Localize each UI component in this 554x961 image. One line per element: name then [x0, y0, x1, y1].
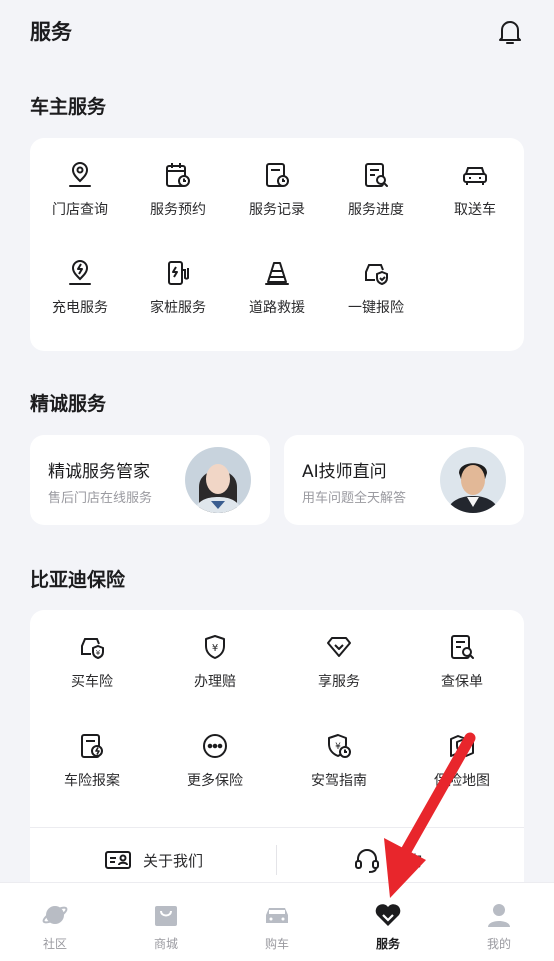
person-icon: [488, 904, 510, 927]
more-dots-icon: [203, 734, 227, 758]
ai-technician-subtitle: 用车问题全天解答: [302, 491, 407, 506]
female-advisor-avatar: [185, 447, 251, 513]
insurance-claim[interactable]: ¥ 办理赔: [165, 632, 265, 691]
svg-text:¥: ¥: [96, 649, 101, 657]
car-shield-icon: [365, 264, 388, 286]
bottom-tab-bar: 社区 商城 购车 服务 我的: [0, 882, 554, 961]
insurance-safe-driving-guide[interactable]: ¥ 安驾指南: [289, 731, 389, 790]
ai-technician-card[interactable]: AI技师直问 用车问题全天解答: [284, 435, 524, 525]
links-divider: [276, 845, 277, 875]
bell-icon[interactable]: [494, 16, 526, 48]
document-clock-icon: [266, 163, 289, 187]
traffic-cone-icon: [265, 262, 289, 285]
service-road-rescue[interactable]: 道路救援: [227, 258, 327, 317]
headset-icon: [355, 849, 379, 873]
service-one-click-report[interactable]: 一键报险: [326, 258, 426, 317]
page-title: 服务: [30, 20, 72, 44]
service-butler-card[interactable]: 精诚服务管家 售后门店在线服务: [30, 435, 270, 525]
service-progress[interactable]: 服务进度: [326, 160, 426, 219]
section-title-sincere-services: 精诚服务: [30, 393, 107, 415]
car-front-icon: [463, 167, 487, 185]
tab-community[interactable]: 社区: [20, 901, 90, 952]
ai-technician-title: AI技师直问: [302, 462, 387, 482]
tab-service[interactable]: 服务: [353, 901, 423, 952]
consult-link[interactable]: 咨询: [352, 845, 422, 875]
insurance-check-policy[interactable]: 查保单: [412, 632, 512, 691]
service-home-charger[interactable]: 家桩服务: [128, 258, 228, 317]
policy-search-icon: [451, 635, 474, 659]
report-bolt-icon: [81, 734, 103, 758]
insurance-report[interactable]: 车险报案: [42, 731, 142, 790]
service-heart-icon: [375, 904, 401, 926]
insurance-divider: [30, 827, 524, 828]
document-search-icon: [365, 163, 388, 187]
id-card-icon: [105, 851, 131, 869]
service-appointment[interactable]: 服务预约: [128, 160, 228, 219]
about-us-link[interactable]: 关于我们: [103, 845, 203, 875]
charging-pin-icon: [69, 260, 91, 285]
service-butler-subtitle: 售后门店在线服务: [48, 491, 153, 506]
shield-yuan-icon: ¥: [205, 635, 225, 659]
section-title-owner-services: 车主服务: [30, 96, 107, 118]
insurance-buy[interactable]: ¥ 买车险: [42, 632, 142, 691]
male-technician-avatar: [440, 447, 506, 513]
insurance-more[interactable]: 更多保险: [165, 731, 265, 790]
svg-text:¥: ¥: [212, 643, 218, 654]
car-shield-yuan-icon: ¥: [81, 638, 104, 660]
map-shield-icon: [450, 735, 474, 757]
shopping-bag-icon: [155, 906, 177, 926]
tab-buy-car[interactable]: 购车: [242, 901, 312, 952]
service-pickup-delivery[interactable]: 取送车: [425, 160, 525, 219]
service-records[interactable]: 服务记录: [227, 160, 327, 219]
service-butler-title: 精诚服务管家: [48, 462, 150, 482]
charging-pile-icon: [168, 261, 189, 285]
diamond-icon: [327, 637, 351, 657]
insurance-enjoy-service[interactable]: 享服务: [289, 632, 389, 691]
location-pin-icon: [69, 162, 91, 187]
insurance-map[interactable]: 保险地图: [412, 731, 512, 790]
service-charging[interactable]: 充电服务: [30, 258, 130, 317]
service-store-query[interactable]: 门店查询: [30, 160, 130, 219]
calendar-clock-icon: [166, 163, 190, 187]
section-title-insurance: 比亚迪保险: [30, 569, 126, 591]
tab-mine[interactable]: 我的: [464, 901, 534, 952]
car-icon: [266, 908, 288, 923]
tab-mall[interactable]: 商城: [131, 901, 201, 952]
planet-icon: [42, 906, 68, 924]
shield-clock-icon: ¥: [328, 734, 351, 758]
